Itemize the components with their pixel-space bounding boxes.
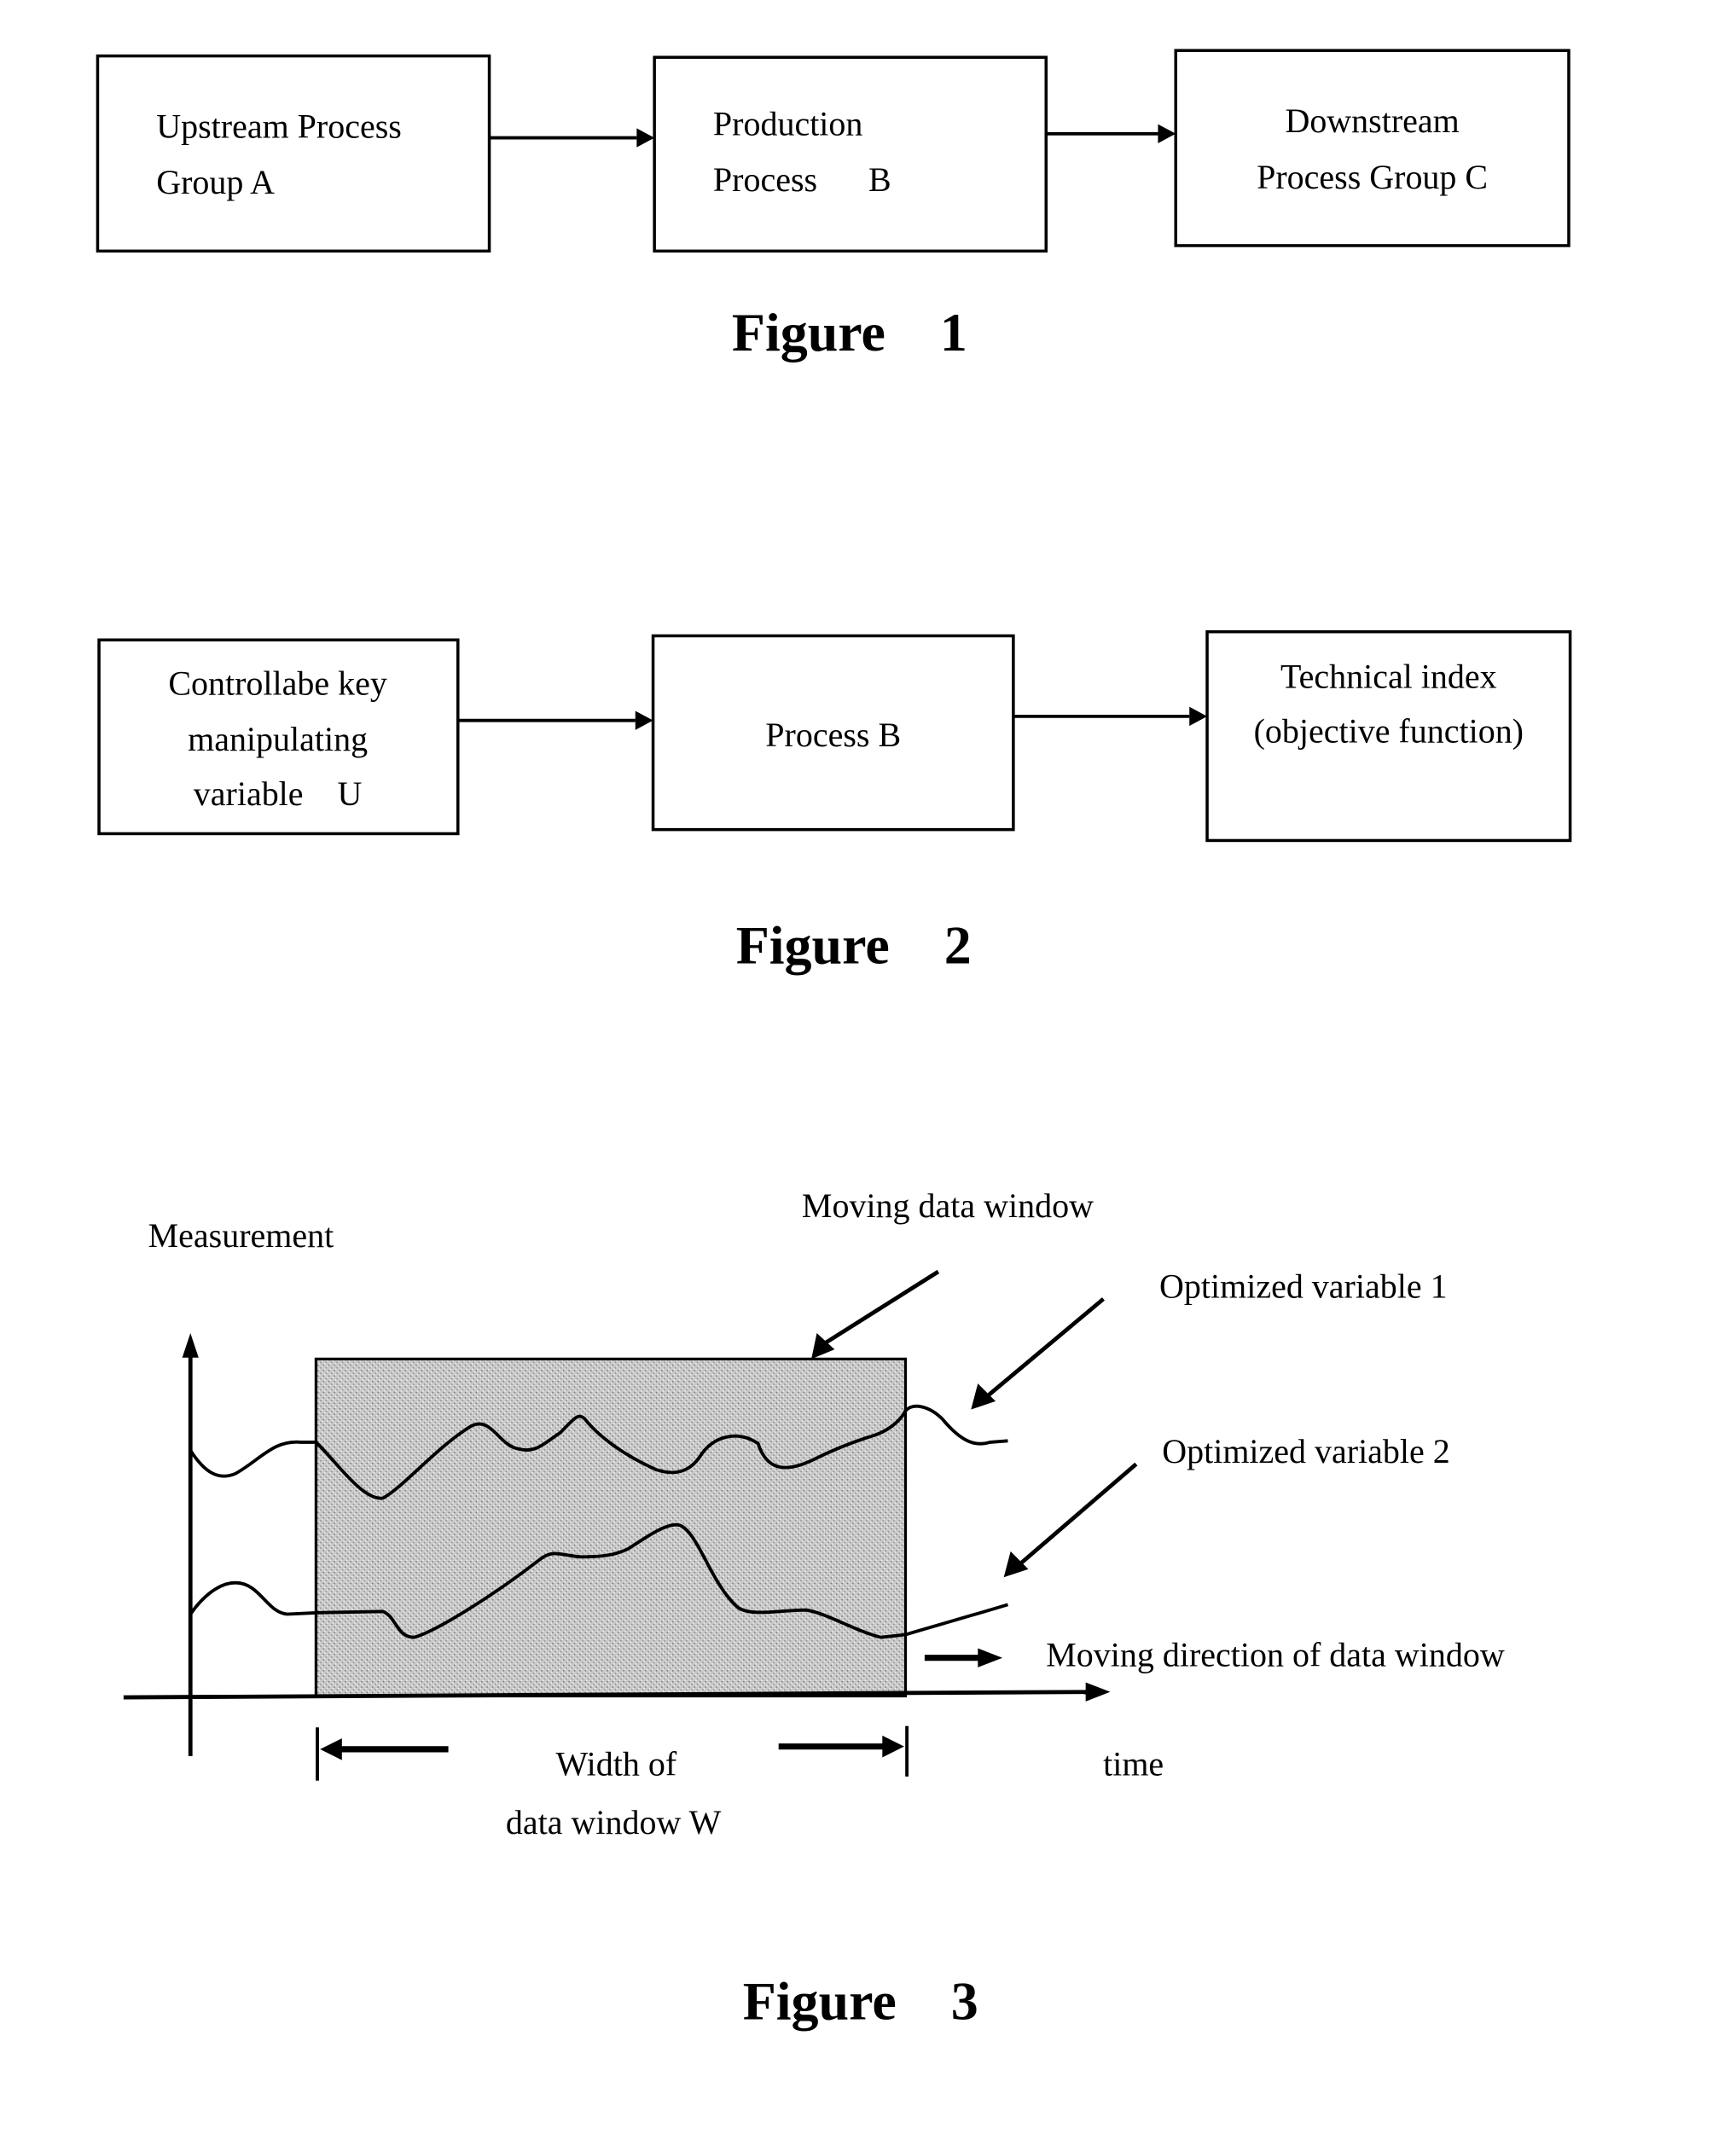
box-label-line: Upstream Process [156,107,402,146]
y-axis-label: Measurement [148,1216,334,1255]
moving-data-window-label: Moving data window [802,1186,1094,1225]
x-axis-label: time [1103,1744,1164,1783]
y-axis [182,1332,199,1756]
figure-3-caption: Figure 3 [743,1971,978,2032]
window-width-label-line: Width of [556,1744,677,1783]
downstream-process-group-c-box: Downstream Process Group C [1174,49,1571,247]
figure-1-caption: Figure 1 [732,302,967,362]
box-label-line: (objective function) [1254,711,1524,750]
variable-1-pointer-arrow [971,1297,1105,1410]
box-label-line: manipulating [188,720,368,758]
technical-index-box: Technical index (objective function) [1205,629,1572,843]
arrow-b-to-c [1046,124,1176,143]
arrow-u-to-process [457,710,653,730]
figure-2: Controllabe key manipulating variable U … [97,629,1572,975]
figure-3: Measurement Moving data window Optimized… [123,1186,1505,2032]
patent-drawing-sheet: Upstream Process Group A Production Proc… [96,49,1572,2032]
upstream-process-group-a-box: Upstream Process Group A [96,54,491,253]
box-label-line: variable U [194,774,363,813]
moving-direction-arrow [924,1648,1003,1667]
box-label-line: Downstream [1285,101,1459,140]
box-label-line: Technical index [1280,657,1497,695]
process-b-box: Process B [651,634,1015,832]
box-label-line: Process Group C [1257,158,1488,196]
figure-1: Upstream Process Group A Production Proc… [96,49,1571,362]
production-process-b-box: Production Process B [653,55,1048,253]
window-width-label-line: data window W [506,1803,722,1841]
arrow-process-to-index [1013,706,1208,727]
moving-data-window [314,1357,908,1698]
optimized-variable-2-label: Optimized variable 2 [1162,1432,1450,1470]
optimized-variable-1-label: Optimized variable 1 [1159,1267,1448,1305]
arrow-a-to-b [489,128,655,148]
window-pointer-arrow [811,1269,940,1360]
box-label-line: Production [713,104,862,142]
moving-direction-label: Moving direction of data window [1046,1635,1505,1673]
controllable-variable-u-box: Controllabe key manipulating variable U [97,638,460,836]
box-label-line: Process B [713,160,891,199]
variable-2-pointer-arrow [1003,1462,1138,1578]
box-label-line: Group A [156,163,275,201]
box-label-line: Process B [765,716,901,754]
box-label-line: Controllabe key [168,664,387,702]
figure-2-caption: Figure 2 [736,914,972,975]
